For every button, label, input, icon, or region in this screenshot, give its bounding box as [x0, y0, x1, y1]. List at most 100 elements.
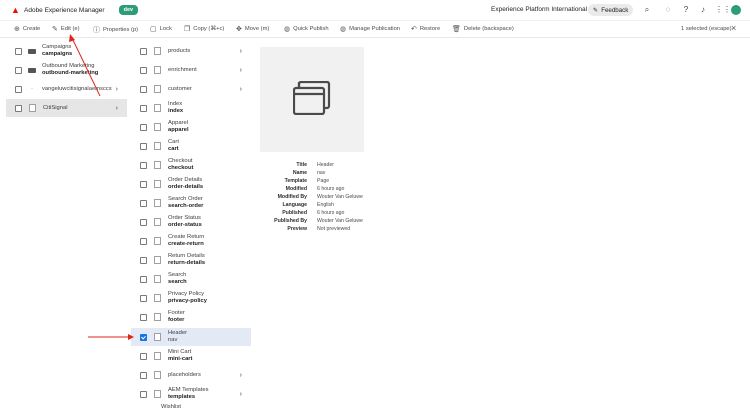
- property-value: 6 hours ago: [317, 186, 345, 192]
- copy-button[interactable]: ❐ Copy (⌘+c): [184, 25, 224, 33]
- row-checkbox[interactable]: [140, 180, 147, 188]
- quick-publish-button[interactable]: ◍ Quick Publish: [284, 25, 329, 33]
- row-checkbox[interactable]: [140, 256, 147, 264]
- row-checkbox[interactable]: [140, 275, 147, 283]
- bell-icon[interactable]: ♪: [698, 5, 708, 15]
- manage-publication-button[interactable]: ◍ Manage Publication: [340, 25, 400, 33]
- list-item[interactable]: enrichment ›: [131, 61, 251, 79]
- list-item[interactable]: Footer footer: [131, 308, 251, 326]
- row-checkbox[interactable]: [140, 142, 147, 150]
- property-key: Published: [282, 210, 307, 216]
- property-row: Published 6 hours ago: [262, 210, 482, 218]
- search-icon[interactable]: ⌕: [642, 5, 652, 15]
- item-title: Cart: [168, 139, 179, 145]
- feedback-button[interactable]: ✎ Feedback: [588, 4, 634, 16]
- chevron-right-icon[interactable]: ›: [116, 86, 118, 93]
- row-checkbox[interactable]: [15, 66, 22, 74]
- list-item[interactable]: Search Order search-order: [131, 194, 251, 212]
- row-checkbox[interactable]: [140, 313, 147, 321]
- list-item-selected[interactable]: Header nav: [131, 328, 251, 346]
- row-checkbox[interactable]: [140, 218, 147, 226]
- row-checkbox[interactable]: [15, 47, 22, 55]
- list-item[interactable]: Privacy Policy privacy-policy: [131, 289, 251, 307]
- property-value: Wouter Van Geluwe: [317, 194, 363, 200]
- move-button[interactable]: ✥ Move (m): [236, 25, 269, 33]
- list-item[interactable]: Wishlist: [131, 404, 251, 414]
- list-item[interactable]: Cart cart: [131, 137, 251, 155]
- app-name[interactable]: Adobe Experience Manager: [24, 7, 105, 14]
- row-checkbox[interactable]: [140, 294, 147, 302]
- item-name: templates: [168, 394, 196, 400]
- row-checkbox[interactable]: [140, 352, 147, 360]
- property-row: Modified 6 hours ago: [262, 186, 482, 194]
- list-item[interactable]: Order Details order-details: [131, 175, 251, 193]
- apps-grid-icon[interactable]: ⋮⋮: [715, 5, 731, 15]
- annotation-arrow-header: [88, 334, 134, 340]
- restore-button[interactable]: ↶ Restore: [411, 25, 440, 33]
- delete-button[interactable]: 🗑 Delete (backspace): [452, 25, 514, 33]
- page-icon: [154, 313, 161, 321]
- page-icon: [154, 352, 161, 360]
- item-name: privacy-policy: [168, 298, 207, 304]
- chevron-right-icon[interactable]: ›: [116, 105, 118, 112]
- item-name: checkout: [168, 165, 194, 171]
- copy-icon: ❐: [184, 26, 191, 33]
- list-item[interactable]: placeholders ›: [131, 366, 251, 384]
- row-checkbox-checked[interactable]: [140, 333, 147, 341]
- list-item[interactable]: products ›: [131, 42, 251, 60]
- row-checkbox[interactable]: [15, 104, 22, 112]
- list-item[interactable]: CitiSignal ›: [6, 99, 127, 117]
- list-item[interactable]: Checkout checkout: [131, 156, 251, 174]
- chevron-right-icon[interactable]: ›: [240, 67, 242, 74]
- item-title: Order Status: [168, 215, 201, 221]
- row-checkbox[interactable]: [140, 237, 147, 245]
- page-icon: [154, 161, 161, 169]
- help-icon[interactable]: ?: [681, 5, 691, 15]
- row-checkbox[interactable]: [140, 85, 147, 93]
- list-item[interactable]: Search search: [131, 270, 251, 288]
- list-item[interactable]: Mini Cart mini-cart: [131, 347, 251, 365]
- property-row: Title Header: [262, 162, 482, 170]
- delete-label: Delete (backspace): [463, 26, 514, 32]
- list-item[interactable]: customer ›: [131, 80, 251, 98]
- row-checkbox[interactable]: [140, 199, 147, 207]
- list-item[interactable]: Order Status order-status: [131, 213, 251, 231]
- close-icon[interactable]: ×: [731, 23, 736, 33]
- property-value: Header: [317, 162, 335, 168]
- item-name: footer: [168, 317, 185, 323]
- row-checkbox[interactable]: [140, 47, 147, 55]
- row-checkbox[interactable]: [140, 371, 147, 379]
- adobe-logo-icon[interactable]: ▲: [11, 6, 20, 15]
- restore-icon: ↶: [411, 26, 417, 33]
- row-checkbox[interactable]: [140, 104, 147, 112]
- list-item[interactable]: Apparel apparel: [131, 118, 251, 136]
- chevron-right-icon[interactable]: ›: [240, 86, 242, 93]
- row-checkbox[interactable]: [140, 390, 147, 398]
- chevron-right-icon[interactable]: ›: [240, 391, 242, 398]
- page-icon: [154, 85, 161, 93]
- row-checkbox[interactable]: [15, 85, 22, 93]
- page-icon: [154, 333, 161, 341]
- top-bar: ▲ Adobe Experience Manager dev Experienc…: [0, 0, 750, 21]
- list-item[interactable]: AEM Templates templates ›: [131, 385, 251, 403]
- list-item[interactable]: Return Details return-details: [131, 251, 251, 269]
- property-value: Page: [317, 178, 330, 184]
- list-item[interactable]: Index index: [131, 99, 251, 117]
- lock-button[interactable]: ▢ Lock: [150, 25, 172, 33]
- row-checkbox[interactable]: [140, 66, 147, 74]
- whats-new-icon[interactable]: ◌: [663, 5, 673, 15]
- item-title: Apparel: [168, 120, 188, 126]
- row-checkbox[interactable]: [140, 161, 147, 169]
- row-checkbox[interactable]: [140, 123, 147, 131]
- page-template-icon: [293, 81, 331, 115]
- site-icon: ·: [31, 86, 33, 92]
- org-switcher[interactable]: Experience Platform International: [491, 6, 587, 13]
- chevron-right-icon[interactable]: ›: [240, 372, 242, 379]
- list-item[interactable]: Create Return create-return: [131, 232, 251, 250]
- property-row: Published By Wouter Van Geluwe: [262, 218, 482, 226]
- item-title: Search Order: [168, 196, 203, 202]
- item-title: Order Details: [168, 177, 203, 183]
- avatar[interactable]: [731, 5, 741, 15]
- chevron-right-icon[interactable]: ›: [240, 48, 242, 55]
- create-button[interactable]: ⊕ Create: [14, 25, 40, 33]
